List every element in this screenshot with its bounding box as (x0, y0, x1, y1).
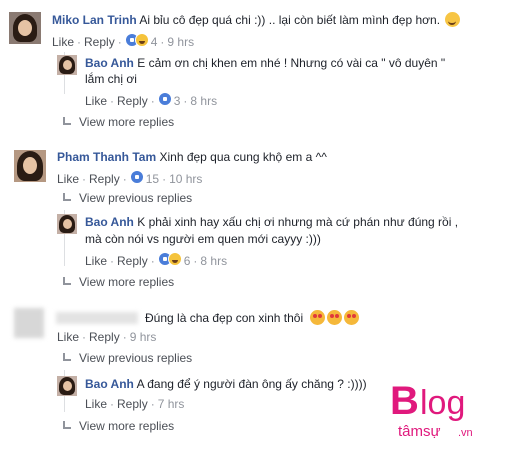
reply-bao-anh-1: Bao Anh E cảm ơn chị khen em nhé ! Nhưng… (85, 55, 445, 87)
watermark-b: B (390, 379, 419, 423)
reaction-count: 15 (145, 172, 160, 186)
comment-text: Đúng là cha đẹp con xinh thôi (145, 311, 304, 325)
reply-bao-anh-2: Bao Anh K phải xinh hay xấu chị ơi nhưng… (85, 214, 458, 248)
like-link[interactable]: Like (52, 35, 74, 49)
timestamp[interactable]: 7 hrs (158, 397, 185, 411)
avatar[interactable] (9, 12, 41, 44)
reply-link[interactable]: Reply (117, 94, 148, 108)
reply-link[interactable]: Reply (84, 35, 115, 49)
reactions[interactable] (124, 33, 151, 49)
reply-bao-anh-3: Bao Anh A đang để ý người đàn ông ấy chă… (85, 377, 367, 391)
reply-arrow-icon (62, 277, 72, 287)
blurred-avatar (14, 308, 44, 338)
commenter-name[interactable]: Bao Anh (85, 215, 134, 229)
timestamp[interactable]: 8 hrs (190, 94, 217, 108)
blurred-name (56, 312, 138, 324)
comment-actions: Like · Reply · 15 · 10 hrs (57, 170, 203, 186)
wink-emoji (445, 12, 461, 27)
reaction-count: 3 (173, 94, 181, 108)
comment-actions: Like · Reply · 4 · 9 hrs (52, 33, 195, 49)
heart-eyes-emoji (327, 310, 343, 325)
commenter-name[interactable]: Pham Thanh Tam (57, 150, 156, 164)
comment-pham-thanh-tam: Pham Thanh Tam Xinh đẹp qua cung khộ em … (57, 150, 327, 164)
view-more-replies[interactable]: View more replies (62, 419, 174, 433)
comment-text: E cảm ơn chị khen em nhé ! Nhưng có vài … (137, 56, 446, 70)
watermark-suffix: .vn (458, 427, 473, 439)
comment-text-continued: lắm chị ơi (85, 72, 137, 86)
commenter-name[interactable]: Miko Lan Trinh (52, 13, 137, 27)
comment-miko: Miko Lan Trinh Ai bỉu cô đẹp quá chi :))… (52, 12, 461, 27)
comment-text-continued: mà còn nói vs người em quen mới cayyy :)… (85, 232, 321, 246)
reactions[interactable] (157, 252, 184, 268)
comment-actions: Like · Reply · 3 · 8 hrs (85, 92, 218, 108)
comment-actions: Like · Reply · 7 hrs (85, 397, 185, 411)
timestamp[interactable]: 10 hrs (169, 172, 202, 186)
avatar[interactable] (14, 150, 46, 182)
avatar[interactable] (57, 55, 77, 75)
reply-link[interactable]: Reply (89, 330, 120, 344)
haha-reaction-icon (134, 33, 149, 47)
reply-link[interactable]: Reply (117, 254, 148, 268)
reply-link[interactable]: Reply (117, 397, 148, 411)
comment-text: A đang để ý người đàn ông ấy chăng ? :))… (136, 377, 367, 391)
comment-text: Ai bỉu cô đẹp quá chi :)) .. lại còn biế… (139, 13, 441, 27)
comment-blurred-user: Đúng là cha đẹp con xinh thôi (145, 310, 360, 325)
reply-arrow-icon (62, 193, 72, 203)
reply-arrow-icon (62, 117, 72, 127)
view-more-replies[interactable]: View more replies (62, 275, 174, 289)
like-link[interactable]: Like (85, 94, 107, 108)
view-more-replies[interactable]: View more replies (62, 115, 174, 129)
commenter-name[interactable]: Bao Anh (85, 377, 134, 391)
watermark-svg: B log tâmsự .vn (390, 379, 473, 440)
like-link[interactable]: Like (57, 172, 79, 186)
comment-actions: Like · Reply · 6 · 8 hrs (85, 252, 228, 268)
heart-eyes-emoji (344, 310, 360, 325)
avatar[interactable] (57, 376, 77, 396)
watermark-sub: tâmsự (398, 423, 441, 440)
like-link[interactable]: Like (57, 330, 79, 344)
timestamp[interactable]: 9 hrs (167, 35, 194, 49)
reactions[interactable] (157, 92, 174, 108)
blogtamsu-watermark-logo: B log tâmsự .vn (386, 372, 496, 442)
haha-reaction-icon (167, 252, 182, 266)
comment-text: K phải xinh hay xấu chị ơi nhưng mà cứ p… (137, 215, 459, 229)
reaction-count: 6 (183, 254, 191, 268)
avatar[interactable] (57, 214, 77, 234)
reactions[interactable] (129, 170, 146, 186)
view-previous-replies[interactable]: View previous replies (62, 351, 192, 365)
reply-arrow-icon (62, 421, 72, 431)
like-reaction-icon (157, 92, 172, 106)
reply-link[interactable]: Reply (89, 172, 120, 186)
comment-actions: Like · Reply · 9 hrs (57, 330, 157, 344)
commenter-name[interactable]: Bao Anh (85, 56, 134, 70)
like-link[interactable]: Like (85, 397, 107, 411)
like-reaction-icon (129, 170, 144, 184)
like-link[interactable]: Like (85, 254, 107, 268)
watermark-log: log (420, 384, 465, 422)
timestamp[interactable]: 9 hrs (130, 330, 157, 344)
reaction-count: 4 (150, 35, 158, 49)
view-previous-replies[interactable]: View previous replies (62, 191, 192, 205)
reply-arrow-icon (62, 353, 72, 363)
heart-eyes-emoji (310, 310, 326, 325)
timestamp[interactable]: 8 hrs (200, 254, 227, 268)
comment-text: Xinh đẹp qua cung khộ em a ^^ (159, 150, 327, 164)
